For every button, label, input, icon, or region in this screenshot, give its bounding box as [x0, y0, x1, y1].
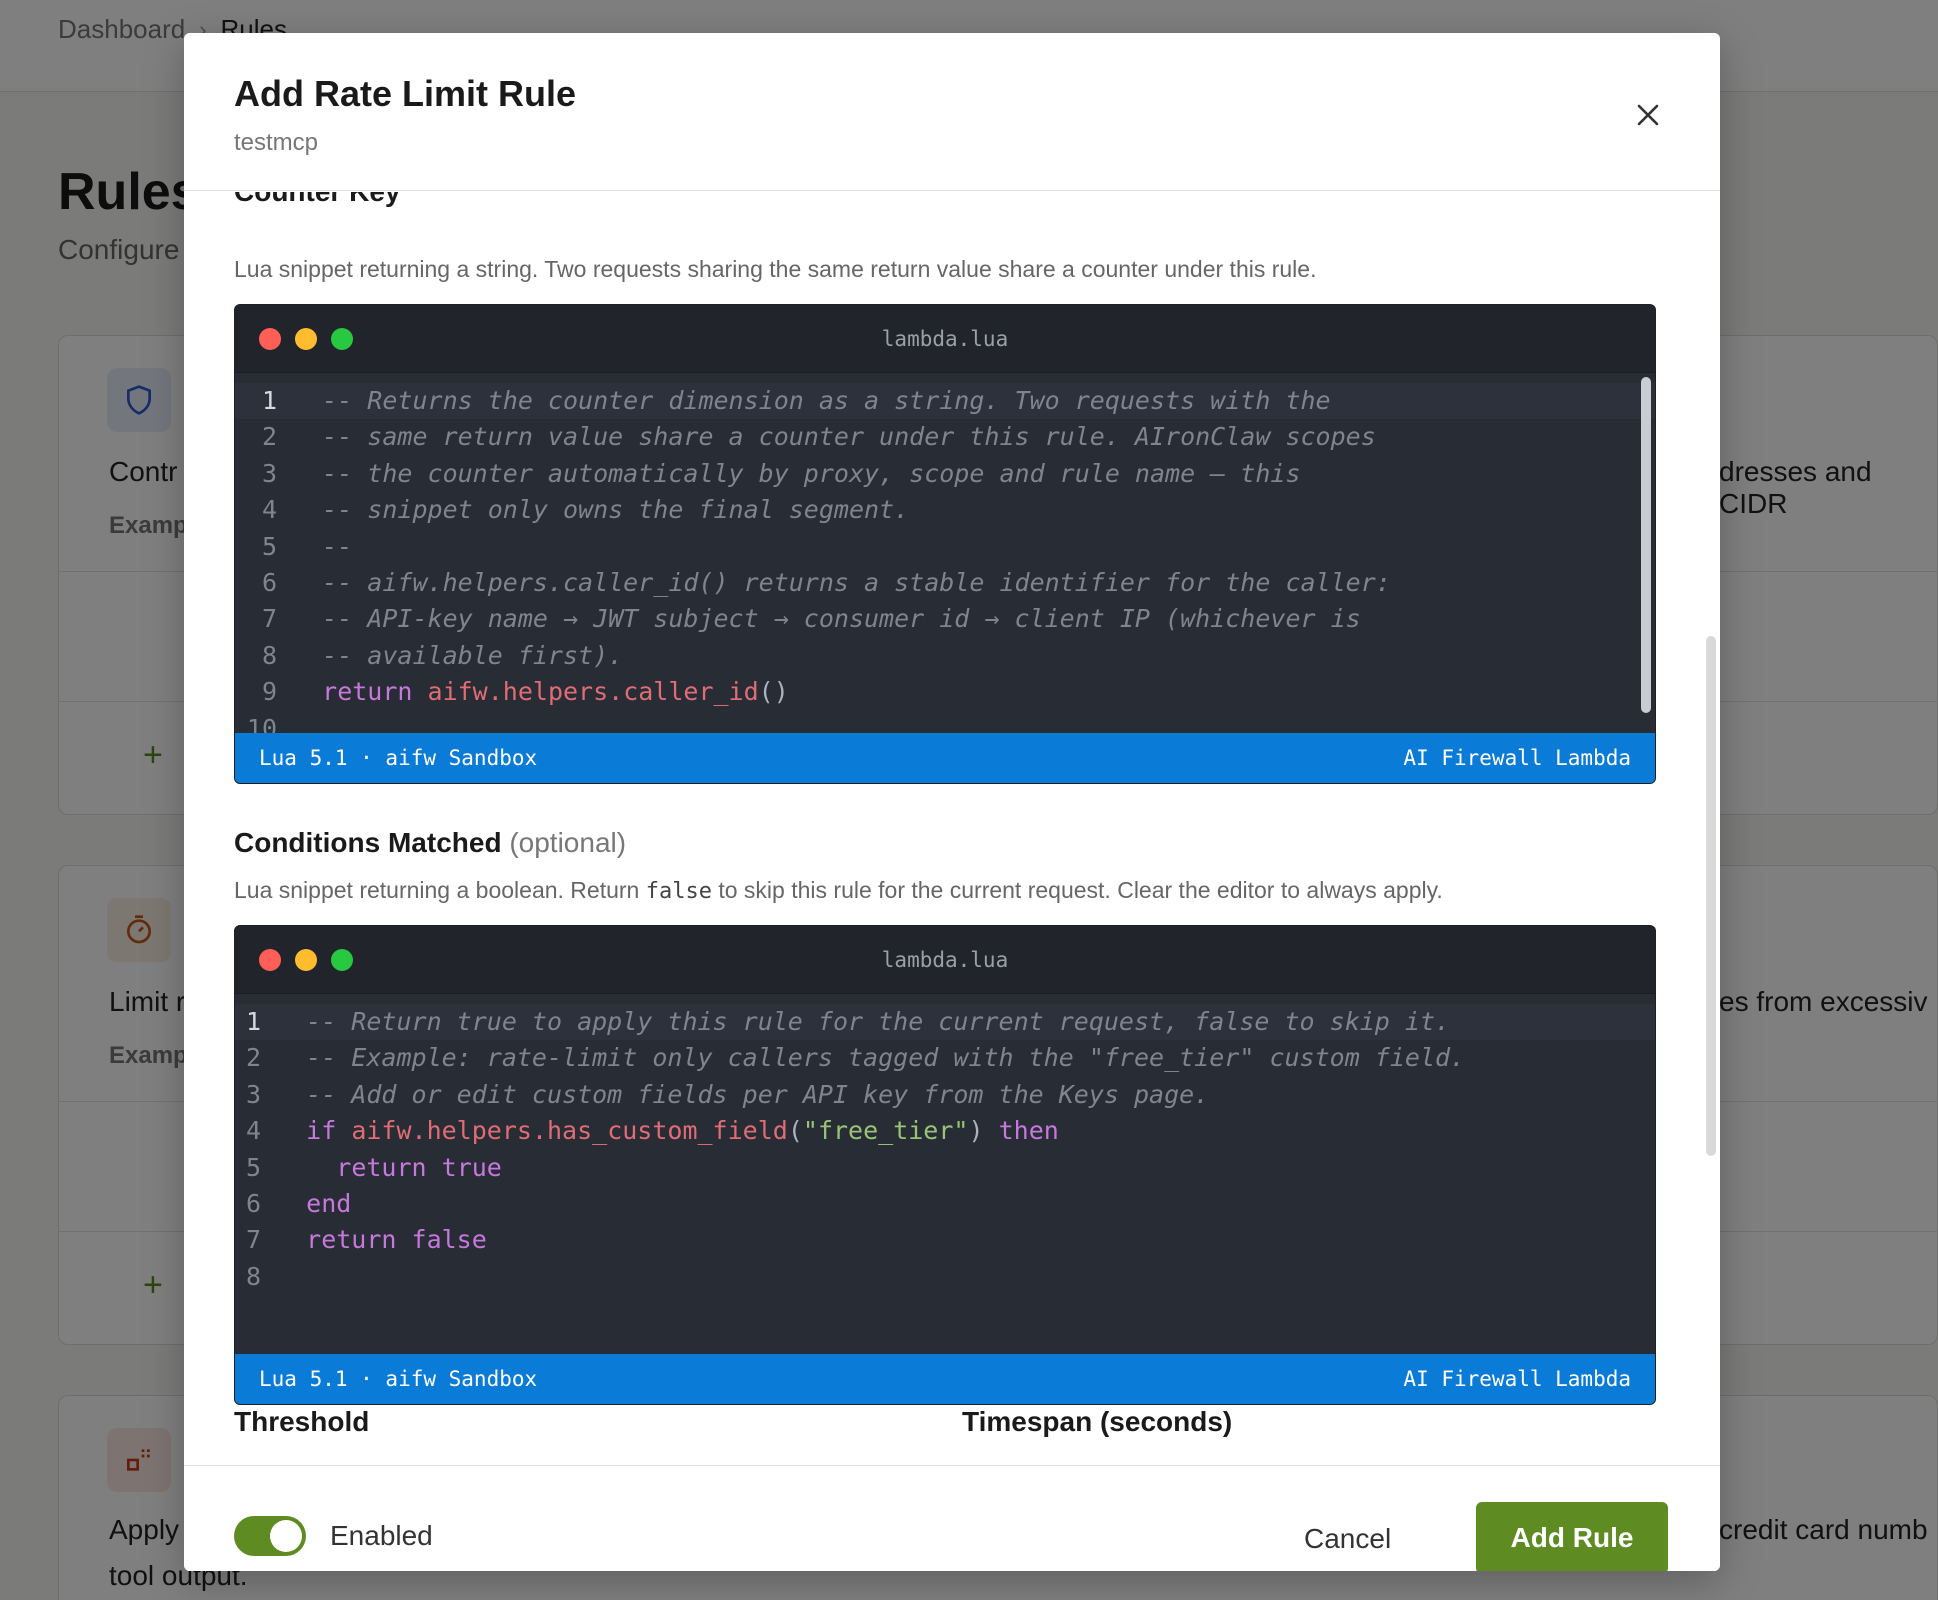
conditions-help: Lua snippet returning a boolean. Return … [234, 877, 1443, 904]
code-line: 5 return true [245, 1152, 502, 1182]
editor-statusbar: Lua 5.1 · aifw Sandbox AI Firewall Lambd… [235, 733, 1655, 783]
editor-scrollbar[interactable] [1641, 377, 1651, 713]
modal-header: Add Rate Limit Rule testmcp [184, 33, 1720, 191]
code-line: 3 -- Add or edit custom fields per API k… [245, 1079, 1210, 1109]
modal-title: Add Rate Limit Rule [234, 73, 577, 114]
code-line: 4 -- snippet only owns the final segment… [261, 495, 910, 525]
code-line: 7 -- API-key name → JWT subject → consum… [261, 604, 1361, 634]
code-line: 2 -- same return value share a counter u… [261, 422, 1376, 452]
code-line: 6 end [245, 1188, 352, 1218]
add-rule-button[interactable]: Add Rule [1476, 1502, 1668, 1571]
enabled-label: Enabled [330, 1520, 433, 1551]
counter-key-editor[interactable]: lambda.lua 1 -- Returns the counter dime… [234, 304, 1656, 784]
code-area[interactable]: 1 -- Returns the counter dimension as a … [235, 373, 1655, 733]
cancel-button[interactable]: Cancel [1280, 1504, 1415, 1571]
code-line: 9 return aifw.helpers.caller_id() [261, 677, 789, 707]
code-line: 6 -- aifw.helpers.caller_id() returns a … [261, 567, 1391, 597]
conditions-label: Conditions Matched (optional) [234, 827, 627, 858]
status-runtime: Lua 5.1 · aifw Sandbox [259, 746, 538, 770]
counter-key-label: Counter Key [234, 192, 400, 208]
counter-key-help: Lua snippet returning a string. Two requ… [234, 256, 1317, 282]
toggle-knob [270, 1520, 302, 1552]
status-product: AI Firewall Lambda [1403, 746, 1631, 770]
code-line: 1 -- Returns the counter dimension as a … [235, 383, 1655, 420]
code-line: 7 return false [245, 1225, 487, 1255]
code-line: 1 -- Return true to apply this rule for … [235, 1004, 1655, 1041]
modal-footer: Enabled Cancel Add Rule [184, 1465, 1720, 1571]
code-line: 10 [246, 713, 277, 733]
editor-filename: lambda.lua [881, 948, 1009, 972]
status-product: AI Firewall Lambda [1403, 1367, 1631, 1391]
editor-filename: lambda.lua [881, 327, 1009, 351]
timespan-label: Timespan (seconds) [962, 1406, 1233, 1437]
code-line: 2 -- Example: rate-limit only callers ta… [245, 1043, 1466, 1073]
close-button[interactable] [1628, 95, 1668, 135]
add-rate-limit-rule-dialog: Add Rate Limit Rule testmcp Counter Key … [184, 33, 1720, 1571]
code-line: 5 -- [261, 531, 353, 561]
threshold-label: Threshold [234, 1406, 370, 1437]
close-icon [1637, 104, 1659, 126]
modal-body[interactable]: Counter Key Lua snippet returning a stri… [184, 192, 1720, 1465]
code-line: 3 -- the counter automatically by proxy,… [261, 458, 1301, 488]
code-area[interactable]: 1 -- Return true to apply this rule for … [235, 994, 1655, 1354]
modal-scrollbar[interactable] [1706, 636, 1716, 1156]
enabled-toggle[interactable] [234, 1516, 306, 1556]
conditions-editor[interactable]: lambda.lua 1 -- Return true to apply thi… [234, 925, 1656, 1405]
status-runtime: Lua 5.1 · aifw Sandbox [259, 1367, 538, 1391]
editor-statusbar: Lua 5.1 · aifw Sandbox AI Firewall Lambd… [235, 1354, 1655, 1404]
code-line: 8 [245, 1261, 261, 1291]
editor-titlebar: lambda.lua [235, 305, 1655, 373]
editor-titlebar: lambda.lua [235, 926, 1655, 994]
code-line: 4 if aifw.helpers.has_custom_field("free… [245, 1116, 1059, 1146]
modal-subtitle: testmcp [234, 129, 319, 156]
code-line: 8 -- available first). [261, 640, 624, 670]
